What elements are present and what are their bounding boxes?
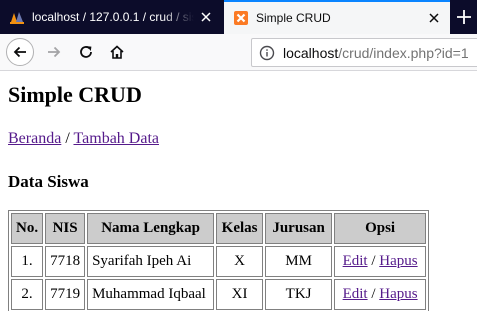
section-title: Data Siswa	[8, 172, 89, 191]
back-button[interactable]	[6, 38, 34, 66]
header-kelas: Kelas	[216, 213, 264, 244]
cell-nama: Syarifah Ipeh Ai	[87, 246, 215, 277]
forward-button[interactable]	[40, 38, 68, 66]
home-button[interactable]	[103, 38, 131, 66]
breadcrumb: Beranda / Tambah Data	[8, 130, 159, 148]
plus-icon	[457, 10, 471, 24]
cell-nama: Muhammad Iqbaal	[87, 279, 215, 310]
url-path: /crud/index.php?id=1	[338, 44, 469, 61]
cell-opsi: Edit / Hapus	[334, 246, 427, 277]
options-separator: /	[371, 286, 376, 302]
cell-jurusan: TKJ	[265, 279, 333, 310]
delete-link[interactable]: Hapus	[379, 286, 417, 302]
table-row: 1. 7718 Syarifah Ipeh Ai X MM Edit / Hap…	[11, 246, 427, 277]
cell-jurusan: MM	[265, 246, 333, 277]
header-no: No.	[11, 213, 44, 244]
breadcrumb-separator: /	[65, 130, 70, 147]
page-title: Simple CRUD	[8, 82, 142, 107]
header-nis: NIS	[45, 213, 86, 244]
address-bar[interactable]: localhost/crud/index.php?id=1	[251, 38, 477, 67]
delete-link[interactable]: Hapus	[379, 253, 417, 269]
cell-kelas: X	[216, 246, 264, 277]
table-header-row: No. NIS Nama Lengkap Kelas Jurusan Opsi	[11, 213, 427, 244]
reload-button[interactable]	[72, 38, 100, 66]
header-opsi: Opsi	[334, 213, 427, 244]
arrow-right-icon	[48, 46, 61, 58]
xampp-icon	[234, 11, 248, 25]
add-data-link[interactable]: Tambah Data	[73, 130, 159, 147]
page-content: Simple CRUD Beranda / Tambah Data Data S…	[0, 72, 477, 311]
info-icon[interactable]	[259, 45, 275, 61]
home-link[interactable]: Beranda	[8, 130, 61, 147]
cell-kelas: XI	[216, 279, 264, 310]
home-icon	[110, 45, 124, 59]
cell-no: 2.	[11, 279, 44, 310]
close-tab-icon[interactable]	[194, 5, 218, 29]
table-row: 2. 7719 Muhammad Iqbaal XI TKJ Edit / Ha…	[11, 279, 427, 310]
phpmyadmin-icon	[10, 12, 24, 24]
new-tab-button[interactable]	[452, 5, 476, 29]
url-host: localhost	[283, 44, 339, 61]
tab-label: Simple CRUD	[256, 11, 331, 25]
students-table: No. NIS Nama Lengkap Kelas Jurusan Opsi …	[8, 210, 430, 311]
tab-strip: localhost / 127.0.0.1 / crud / siswa Sim…	[0, 0, 477, 34]
cell-nis: 7718	[45, 246, 86, 277]
tab-phpmyadmin[interactable]: localhost / 127.0.0.1 / crud / siswa	[0, 0, 222, 34]
navigation-toolbar: localhost/crud/index.php?id=1	[0, 34, 477, 71]
options-separator: /	[371, 253, 376, 269]
tab-simple-crud[interactable]: Simple CRUD	[224, 0, 450, 34]
cell-no: 1.	[11, 246, 44, 277]
cell-nis: 7719	[45, 279, 86, 310]
edit-link[interactable]: Edit	[343, 253, 368, 269]
tab-label: localhost / 127.0.0.1 / crud / siswa	[32, 10, 194, 24]
header-jurusan: Jurusan	[265, 213, 333, 244]
edit-link[interactable]: Edit	[343, 286, 368, 302]
cell-opsi: Edit / Hapus	[334, 279, 427, 310]
header-nama-lengkap: Nama Lengkap	[87, 213, 215, 244]
close-tab-icon[interactable]	[422, 6, 446, 30]
reload-icon	[80, 46, 92, 58]
arrow-left-icon	[13, 46, 26, 58]
